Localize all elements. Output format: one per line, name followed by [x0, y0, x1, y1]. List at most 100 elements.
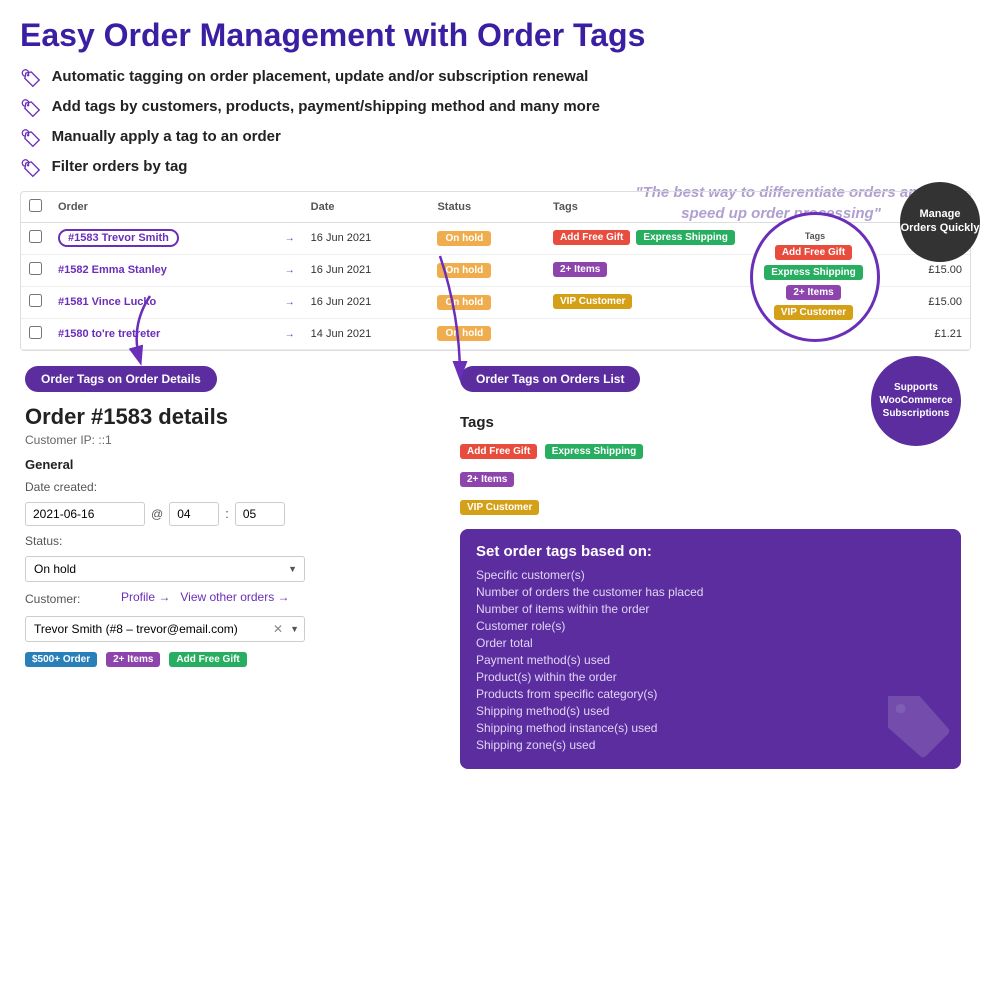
set-tags-item-4: Customer role(s)	[476, 619, 945, 633]
set-tags-item-10: Shipping method instance(s) used	[476, 721, 945, 735]
top-section: 🏷 Automatic tagging on order placement, …	[20, 67, 971, 180]
status-select-wrapper: On hold Processing Completed Cancelled	[25, 556, 305, 582]
tag-2-items-panel: 2+ Items	[460, 472, 514, 487]
tag-vip-panel: VIP Customer	[460, 500, 539, 515]
tags-row-2: 2+ Items	[460, 469, 961, 489]
arrow-svg-left	[120, 296, 180, 366]
tag-icon-2: 🏷	[20, 98, 42, 120]
set-tags-item-2: Number of orders the customer has placed	[476, 585, 945, 599]
tag-express-shipping-panel: Express Shipping	[545, 444, 643, 459]
set-tags-list: Specific customer(s) Number of orders th…	[476, 568, 945, 752]
set-tags-item-5: Order total	[476, 636, 945, 650]
tag-icon-3: 🏷	[20, 128, 42, 150]
tags-row-1: Add Free Gift Express Shipping	[460, 441, 961, 461]
colon-sep: :	[225, 506, 229, 521]
order-link-1582[interactable]: #1582 Emma Stanley	[58, 264, 167, 276]
mc-header: Tags	[805, 231, 825, 241]
feature-item-3: 🏷 Manually apply a tag to an order	[20, 127, 971, 150]
date-input[interactable]	[25, 502, 145, 526]
col-status: Status	[429, 192, 545, 223]
col-date: Date	[303, 192, 430, 223]
customer-label: Customer:	[25, 592, 115, 606]
amount-3: £15.00	[878, 286, 970, 318]
customer-input[interactable]	[25, 616, 305, 642]
select-all-checkbox[interactable]	[29, 199, 42, 212]
set-tags-item-11: Shipping zone(s) used	[476, 738, 945, 752]
tag-2-items-2: 2+ Items	[553, 262, 607, 277]
view-orders-link[interactable]: View other orders →	[180, 590, 289, 604]
tag-icon-4: 🏷	[20, 158, 42, 180]
set-tags-item-9: Shipping method(s) used	[476, 704, 945, 718]
col-sort	[277, 192, 303, 223]
date-label: Date created:	[25, 480, 115, 494]
status-label: Status:	[25, 534, 115, 548]
date-1: 16 Jun 2021	[303, 222, 430, 254]
profile-link[interactable]: Profile →	[121, 590, 170, 604]
at-label: @	[151, 507, 163, 521]
magnify-circle: Tags Add Free Gift Express Shipping 2+ I…	[750, 212, 880, 342]
amount-4: £1.21	[878, 318, 970, 349]
sort-arrow-3: →	[285, 297, 295, 308]
time-min-input[interactable]	[235, 502, 285, 526]
customer-label-row: Customer: Profile → View other orders →	[25, 590, 435, 608]
set-tags-box: Set order tags based on: Specific custom…	[460, 529, 961, 769]
row2-checkbox[interactable]	[29, 262, 42, 275]
set-tags-item-7: Product(s) within the order	[476, 670, 945, 684]
order-details-title: Order #1583 details	[25, 404, 435, 430]
tag-icon-1: 🏷	[20, 68, 42, 90]
col-checkbox	[21, 192, 50, 223]
tag-add-free-gift-panel: Add Free Gift	[460, 444, 537, 459]
arrow-svg-right	[380, 256, 500, 386]
row3-checkbox[interactable]	[29, 294, 42, 307]
date-row: Date created:	[25, 480, 435, 494]
tag-vip-3: VIP Customer	[553, 294, 632, 309]
status-label-row: Status:	[25, 534, 435, 548]
time-hour-input[interactable]	[169, 502, 219, 526]
bottom-tag-1: $500+ Order	[25, 652, 97, 667]
feature-item-4: 🏷 Filter orders by tag	[20, 157, 971, 180]
order-details-sub: Customer IP: ::1	[25, 433, 435, 447]
feature-item-1: 🏷 Automatic tagging on order placement, …	[20, 67, 971, 90]
set-tags-item-3: Number of items within the order	[476, 602, 945, 616]
mc-tag-2: Express Shipping	[764, 265, 862, 280]
sort-arrow-4: →	[285, 329, 295, 340]
customer-dropdown-icon[interactable]: ▼	[290, 624, 299, 634]
col-order: Order	[50, 192, 277, 223]
bottom-tag-3: Add Free Gift	[169, 652, 246, 667]
tag-express-shipping-1: Express Shipping	[636, 230, 734, 245]
sort-arrow-1: →	[285, 233, 295, 244]
row1-checkbox[interactable]	[29, 230, 42, 243]
feature-item-2: 🏷 Add tags by customers, products, payme…	[20, 97, 971, 120]
sort-arrow-2: →	[285, 265, 295, 276]
general-label: General	[25, 457, 435, 472]
mc-tag-3: 2+ Items	[786, 285, 840, 300]
customer-links: Profile → View other orders →	[121, 590, 290, 604]
manage-badge: Manage Orders Quickly	[900, 182, 980, 262]
date-input-row: @ :	[25, 502, 435, 526]
customer-input-wrapper: ✕ ▼	[25, 616, 305, 642]
mc-tag-4: VIP Customer	[774, 305, 853, 320]
order-tags-label: Order Tags on Order Details	[25, 366, 217, 392]
row4-checkbox[interactable]	[29, 326, 42, 339]
mc-tag-1: Add Free Gift	[775, 245, 852, 260]
tag-add-free-gift-1: Add Free Gift	[553, 230, 630, 245]
tags-row-3: VIP Customer	[460, 497, 961, 517]
large-tag-icon	[881, 689, 951, 759]
mc-tags: Add Free Gift Express Shipping 2+ Items …	[761, 245, 869, 322]
status-1: On hold	[437, 231, 491, 246]
set-tags-title: Set order tags based on:	[476, 543, 945, 560]
supports-badge: Supports WooCommerce Subscriptions	[871, 356, 961, 446]
customer-input-row: ✕ ▼	[25, 616, 435, 642]
order-link-1583[interactable]: #1583 Trevor Smith	[58, 229, 179, 247]
features-list: 🏷 Automatic tagging on order placement, …	[20, 67, 971, 180]
set-tags-item-6: Payment method(s) used	[476, 653, 945, 667]
main-title: Easy Order Management with Order Tags	[20, 18, 971, 53]
set-tags-item-1: Specific customer(s)	[476, 568, 945, 582]
customer-clear-icon[interactable]: ✕	[273, 622, 283, 636]
bottom-tag-2: 2+ Items	[106, 652, 160, 667]
status-select-row: On hold Processing Completed Cancelled	[25, 556, 435, 582]
bottom-tags-row: $500+ Order 2+ Items Add Free Gift	[25, 652, 435, 669]
order-details-panel: Order Tags on Order Details Order #1583 …	[20, 351, 450, 779]
status-select[interactable]: On hold Processing Completed Cancelled	[25, 556, 305, 582]
set-tags-item-8: Products from specific category(s)	[476, 687, 945, 701]
